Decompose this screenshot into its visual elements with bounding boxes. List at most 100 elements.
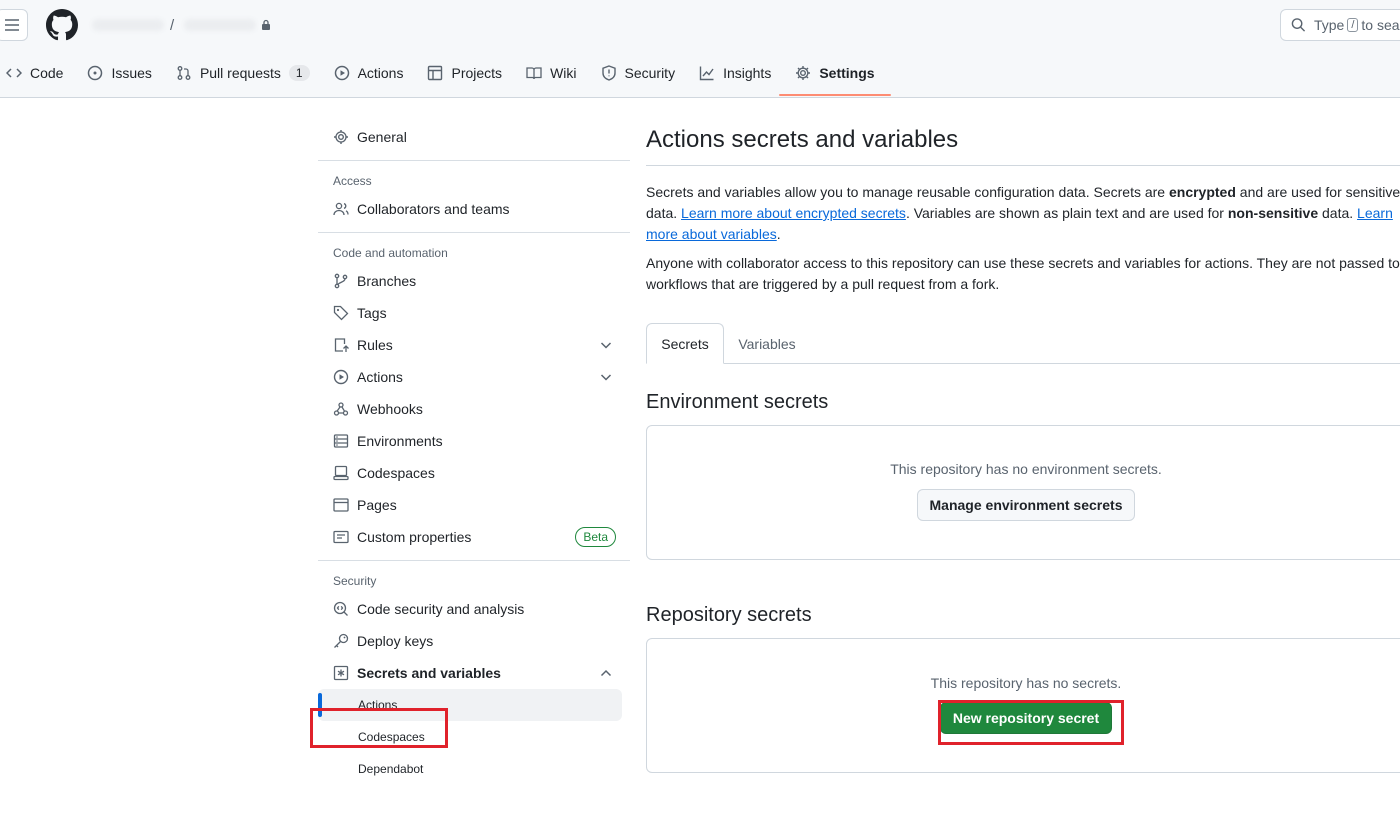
page-title: Actions secrets and variables xyxy=(646,125,1400,166)
page-description: Secrets and variables allow you to manag… xyxy=(646,182,1400,245)
sidebar-item-label: Branches xyxy=(357,273,417,289)
play-icon xyxy=(333,369,349,385)
chevron-down-icon[interactable] xyxy=(598,337,614,353)
search-placeholder-prefix: Type xyxy=(1313,17,1345,33)
manage-environment-secrets-button[interactable]: Manage environment secrets xyxy=(916,489,1136,521)
sidebar-subitem-label: Codespaces xyxy=(358,730,425,744)
shield-icon xyxy=(601,65,616,81)
description-text: . Variables are shown as plain text and … xyxy=(905,205,1228,221)
sidebar-item-pages[interactable]: Pages xyxy=(318,489,630,521)
sidebar-subitem-label: Actions xyxy=(358,698,398,712)
hamburger-icon xyxy=(5,19,19,31)
graph-icon xyxy=(699,66,714,81)
page-description-note: Anyone with collaborator access to this … xyxy=(646,255,1400,292)
sidebar-heading-security: Security xyxy=(333,574,377,588)
secrets-variables-tabs: Secrets Variables xyxy=(646,323,1400,364)
sidebar-item-general[interactable]: General xyxy=(318,121,630,153)
tab-projects[interactable]: Projects xyxy=(415,56,514,90)
gear-icon xyxy=(334,130,348,144)
sidebar-item-environments[interactable]: Environments xyxy=(318,425,630,457)
sidebar-item-deploy-keys[interactable]: Deploy keys xyxy=(318,625,630,657)
sidebar-item-codespaces[interactable]: Codespaces xyxy=(318,457,630,489)
tab-secrets[interactable]: Secrets xyxy=(646,323,724,364)
note-icon xyxy=(333,530,349,544)
sidebar-item-label: Pages xyxy=(357,497,397,513)
sidebar-subitem-codespaces[interactable]: Codespaces xyxy=(318,721,630,753)
chevron-down-icon[interactable] xyxy=(598,369,614,385)
tab-issues[interactable]: Issues xyxy=(75,56,163,90)
git-branch-icon xyxy=(334,273,348,289)
sidebar-subitem-label: Dependabot xyxy=(358,762,424,776)
sidebar-item-label: Custom properties xyxy=(357,529,472,545)
table-icon xyxy=(428,65,443,81)
tab-insights[interactable]: Insights xyxy=(687,56,783,90)
sidebar-item-label: General xyxy=(357,129,407,145)
sidebar-item-rules[interactable]: Rules xyxy=(318,329,630,361)
search-shortcut-key: / xyxy=(1347,18,1359,32)
environment-secrets-empty-message: This repository has no environment secre… xyxy=(890,461,1162,477)
sidebar-item-collaborators[interactable]: Collaborators and teams xyxy=(318,193,630,225)
sidebar-item-label: Tags xyxy=(357,305,387,321)
book-icon xyxy=(526,67,542,80)
tab-security[interactable]: Security xyxy=(589,56,688,90)
learn-more-secrets-link[interactable]: Learn more about encrypted secrets xyxy=(681,205,906,221)
codescan-icon xyxy=(333,601,348,616)
sidebar-item-label: Rules xyxy=(357,337,393,353)
repository-secrets-box: This repository has no secrets. New repo… xyxy=(646,638,1400,773)
sidebar-subitem-actions[interactable]: Actions xyxy=(318,689,622,721)
environment-secrets-heading: Environment secrets xyxy=(646,391,829,413)
sidebar-item-tags[interactable]: Tags xyxy=(318,297,630,329)
sidebar-item-secrets-variables[interactable]: Secrets and variables xyxy=(318,657,630,689)
sidebar-subitem-dependabot[interactable]: Dependabot xyxy=(318,753,630,785)
repository-secrets-heading: Repository secrets xyxy=(646,604,812,626)
tab-settings[interactable]: Settings xyxy=(779,56,891,96)
beta-badge: Beta xyxy=(575,527,616,547)
description-text: . xyxy=(776,226,781,242)
git-pull-request-icon xyxy=(177,66,191,80)
description-text: Secrets and variables allow you to manag… xyxy=(646,184,1169,200)
description-emphasis: encrypted xyxy=(1168,184,1236,200)
sidebar-item-branches[interactable]: Branches xyxy=(318,265,630,297)
sidebar-item-code-security[interactable]: Code security and analysis xyxy=(318,593,630,625)
github-logo[interactable] xyxy=(46,9,78,41)
sidebar-divider xyxy=(318,232,630,233)
tab-pull-requests[interactable]: Pull requests 1 xyxy=(164,56,322,90)
chevron-up-icon[interactable] xyxy=(598,665,614,681)
sidebar-divider xyxy=(318,560,630,561)
key-asterisk-icon xyxy=(333,665,349,681)
sidebar-heading-code-automation: Code and automation xyxy=(333,246,448,260)
tab-actions[interactable]: Actions xyxy=(322,56,416,90)
sidebar-item-webhooks[interactable]: Webhooks xyxy=(318,393,630,425)
owner-name-redacted[interactable] xyxy=(92,19,164,31)
gear-icon xyxy=(796,66,811,80)
sidebar-heading-access: Access xyxy=(333,174,372,188)
settings-sidebar: General Access Collaborators and teams C… xyxy=(318,121,630,785)
people-icon xyxy=(333,202,349,216)
play-icon xyxy=(334,65,349,81)
search-placeholder-suffix: to search xyxy=(1361,17,1400,33)
new-repository-secret-button[interactable]: New repository secret xyxy=(939,702,1113,734)
description-text: data. xyxy=(1318,205,1358,221)
sidebar-item-label: Codespaces xyxy=(357,465,435,481)
tab-label: Settings xyxy=(819,65,875,81)
repo-name-redacted[interactable] xyxy=(184,19,257,31)
tab-label: Issues xyxy=(111,65,152,81)
sidebar-item-custom-properties[interactable]: Custom properties Beta xyxy=(318,521,630,553)
code-icon xyxy=(6,68,22,78)
description-emphasis: non-sensitive xyxy=(1227,205,1319,221)
codespaces-icon xyxy=(333,465,349,481)
search-input[interactable]: Type / to search xyxy=(1280,9,1400,41)
menu-button[interactable] xyxy=(0,9,28,41)
sidebar-item-label: Secrets and variables xyxy=(357,665,501,681)
tab-wiki[interactable]: Wiki xyxy=(514,56,588,90)
repo-nav: Code Issues Pull requests 1 Actions Proj… xyxy=(0,56,891,96)
key-icon xyxy=(334,633,349,648)
sidebar-item-actions[interactable]: Actions xyxy=(318,361,630,393)
lock-icon xyxy=(260,19,272,31)
tab-variables[interactable]: Variables xyxy=(726,323,808,364)
tab-label: Code xyxy=(30,65,64,81)
sidebar-item-label: Environments xyxy=(357,433,443,449)
github-mark-icon xyxy=(46,9,78,41)
tab-code[interactable]: Code xyxy=(0,56,75,90)
main-content: Actions secrets and variables Secrets an… xyxy=(646,121,1400,773)
